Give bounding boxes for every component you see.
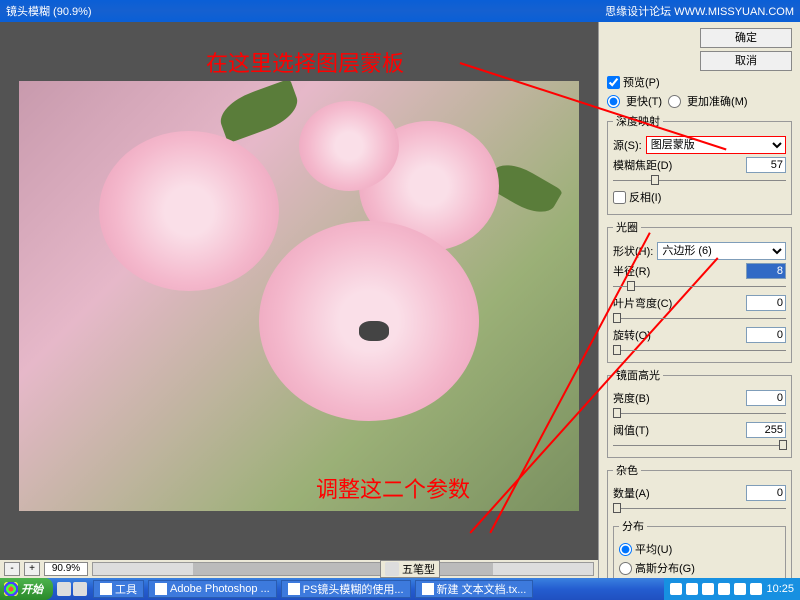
threshold-input[interactable] <box>746 422 786 438</box>
rotation-slider[interactable] <box>613 346 786 356</box>
preview-checkbox[interactable] <box>607 76 620 89</box>
iris-legend: 光圈 <box>613 219 641 235</box>
faster-radio[interactable] <box>607 95 620 108</box>
shape-label: 形状(H): <box>613 243 653 259</box>
focal-slider[interactable] <box>613 176 786 186</box>
brightness-slider[interactable] <box>613 409 786 419</box>
start-button[interactable]: 开始 <box>0 578 53 600</box>
specular-legend: 镜面高光 <box>613 367 663 383</box>
preview-statusbar: - + 90.9% <box>0 560 598 578</box>
faster-label: 更快(T) <box>626 93 662 109</box>
flower-shape <box>99 131 279 291</box>
invert-label: 反相(I) <box>629 189 661 205</box>
horizontal-scrollbar[interactable] <box>92 562 594 576</box>
tray-icon[interactable] <box>702 583 714 595</box>
curvature-label: 叶片弯度(C) <box>613 295 672 311</box>
tray-icon[interactable] <box>750 583 762 595</box>
preview-canvas: 在这里选择图层蒙板 调整这二个参数 <box>0 22 598 560</box>
app-icon <box>100 583 112 595</box>
quick-launch-icon[interactable] <box>73 582 87 596</box>
preview-image <box>19 81 579 511</box>
distribution-group: 分布 平均(U) 高斯分布(G) <box>613 518 786 578</box>
quick-launch-icon[interactable] <box>57 582 71 596</box>
distribution-legend: 分布 <box>619 518 647 534</box>
shape-select[interactable]: 六边形 (6) <box>657 242 786 260</box>
settings-panel: 确定 取消 预览(P) 更快(T) 更加准确(M) 深度映射 源(S): 图层蒙… <box>598 22 800 578</box>
taskbar-item-label: 新建 文本文档.tx... <box>437 581 527 597</box>
noise-group: 杂色 数量(A) 分布 平均(U) 高斯分布(G) 单色(M) <box>607 462 792 578</box>
accurate-label: 更加准确(M) <box>687 93 748 109</box>
ime-label: 五笔型 <box>402 561 435 577</box>
ok-button[interactable]: 确定 <box>700 28 792 48</box>
curvature-input[interactable] <box>746 295 786 311</box>
app-icon <box>288 583 300 595</box>
cancel-button[interactable]: 取消 <box>700 51 792 71</box>
amount-label: 数量(A) <box>613 485 650 501</box>
flower-shape <box>299 101 399 191</box>
bee-shape <box>359 321 389 341</box>
language-bar[interactable]: 五笔型 <box>380 560 440 578</box>
dialog-titlebar: 镜头模糊 (90.9%) 思缘设计论坛 WWW.MISSYUAN.COM <box>0 0 800 22</box>
invert-checkbox[interactable] <box>613 191 626 204</box>
brightness-input[interactable] <box>746 390 786 406</box>
brightness-label: 亮度(B) <box>613 390 650 406</box>
focal-label: 模糊焦距(D) <box>613 157 672 173</box>
taskbar-item-label: Adobe Photoshop ... <box>170 583 270 595</box>
tray-icon[interactable] <box>734 583 746 595</box>
quick-launch <box>53 582 91 596</box>
app-icon <box>422 583 434 595</box>
preview-pane: 在这里选择图层蒙板 调整这二个参数 - + 90.9% <box>0 22 598 578</box>
noise-legend: 杂色 <box>613 462 641 478</box>
zoom-value[interactable]: 90.9% <box>44 562 88 576</box>
taskbar-item[interactable]: Adobe Photoshop ... <box>148 580 277 598</box>
tray-icon[interactable] <box>670 583 682 595</box>
zoom-in-button[interactable]: + <box>24 562 40 576</box>
annotation-top: 在这里选择图层蒙板 <box>206 46 404 78</box>
rotation-input[interactable] <box>746 327 786 343</box>
accurate-radio[interactable] <box>668 95 681 108</box>
uniform-label: 平均(U) <box>635 541 672 557</box>
watermark-text: 思缘设计论坛 WWW.MISSYUAN.COM <box>605 3 794 19</box>
gaussian-radio[interactable] <box>619 562 632 575</box>
dialog-title: 镜头模糊 (90.9%) <box>6 3 92 19</box>
radius-input[interactable] <box>746 263 786 279</box>
ime-icon[interactable] <box>385 562 399 576</box>
taskbar-item[interactable]: 工具 <box>93 580 144 598</box>
taskbar-item[interactable]: PS镜头模糊的使用... <box>281 580 411 598</box>
uniform-radio[interactable] <box>619 543 632 556</box>
radius-slider[interactable] <box>613 282 786 292</box>
start-label: 开始 <box>21 581 43 597</box>
amount-slider[interactable] <box>613 504 786 514</box>
tray-icon[interactable] <box>718 583 730 595</box>
taskbar-item-label: PS镜头模糊的使用... <box>303 581 404 597</box>
gaussian-label: 高斯分布(G) <box>635 560 695 576</box>
app-icon <box>155 583 167 595</box>
leaf-shape <box>215 81 304 143</box>
specular-group: 镜面高光 亮度(B) 阈值(T) <box>607 367 792 458</box>
system-tray: 10:25 <box>664 578 800 600</box>
tray-icon[interactable] <box>686 583 698 595</box>
curvature-slider[interactable] <box>613 314 786 324</box>
amount-input[interactable] <box>746 485 786 501</box>
zoom-out-button[interactable]: - <box>4 562 20 576</box>
taskbar-item-label: 工具 <box>115 581 137 597</box>
taskbar: 开始 工具 Adobe Photoshop ... PS镜头模糊的使用... 新… <box>0 578 800 600</box>
depthmap-group: 深度映射 源(S): 图层蒙版 模糊焦距(D) 反相(I) <box>607 113 792 215</box>
taskbar-item[interactable]: 新建 文本文档.tx... <box>415 580 534 598</box>
preview-checkbox-label: 预览(P) <box>623 74 660 90</box>
dialog-content: 在这里选择图层蒙板 调整这二个参数 - + 90.9% 确定 取消 预览(P) … <box>0 22 800 578</box>
scrollbar-thumb[interactable] <box>193 563 493 575</box>
clock[interactable]: 10:25 <box>766 583 794 595</box>
source-label: 源(S): <box>613 137 642 153</box>
windows-icon <box>4 582 18 596</box>
iris-group: 光圈 形状(H): 六边形 (6) 半径(R) 叶片弯度(C) 旋转(O) <box>607 219 792 363</box>
threshold-slider[interactable] <box>613 441 786 451</box>
threshold-label: 阈值(T) <box>613 422 649 438</box>
focal-input[interactable] <box>746 157 786 173</box>
